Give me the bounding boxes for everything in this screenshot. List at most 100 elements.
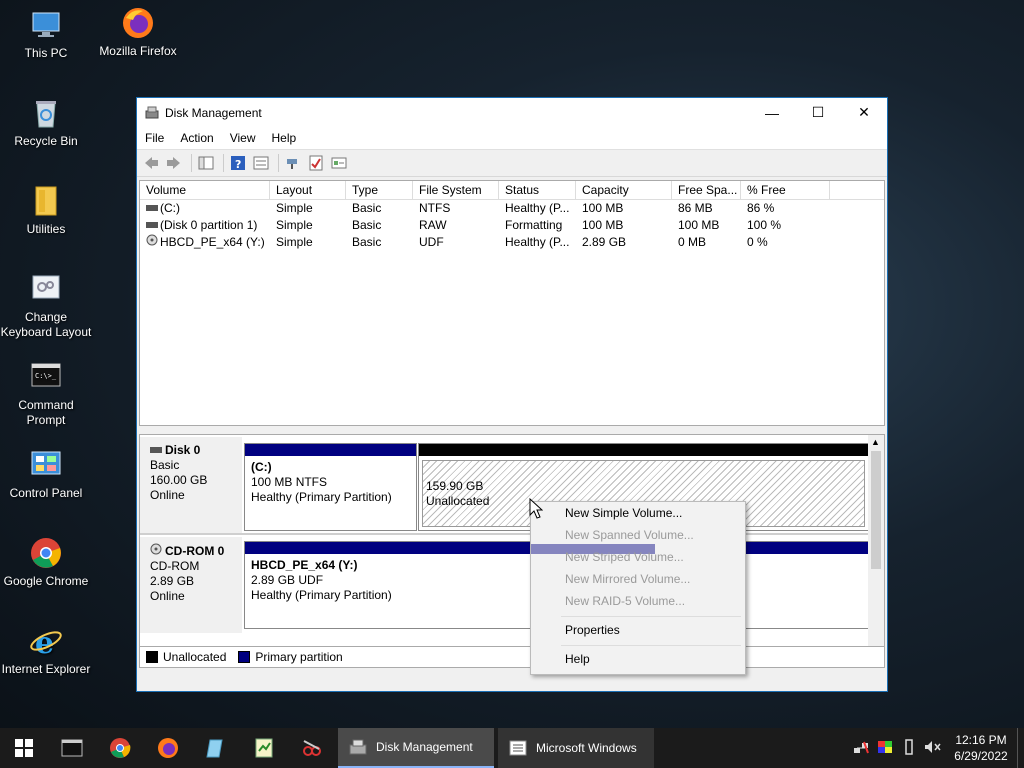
- desktop-icon-label: Internet Explorer: [1, 662, 91, 676]
- desktop-icon-command-prompt[interactable]: C:\>_ Command Prompt: [0, 360, 92, 428]
- column-header-type[interactable]: Type: [346, 181, 413, 199]
- cdrom-0-info[interactable]: CD-ROM 0 CD-ROM 2.89 GB Online: [140, 537, 242, 633]
- volume-cell: HBCD_PE_x64 (Y:): [140, 234, 270, 251]
- column-header-free-space[interactable]: Free Spa...: [672, 181, 741, 199]
- desktop-icon-label: Change Keyboard Layout: [0, 310, 92, 339]
- column-header-status[interactable]: Status: [499, 181, 576, 199]
- desktop-icon-control-panel[interactable]: Control Panel: [0, 448, 92, 501]
- menu-action[interactable]: Action: [172, 131, 221, 145]
- desktop-icon-internet-explorer[interactable]: e Internet Explorer: [0, 624, 92, 677]
- taskbar: Disk Management Microsoft Windows 12:16 …: [0, 728, 1024, 768]
- taskbar-notepad[interactable]: [192, 728, 240, 768]
- back-arrow-icon[interactable]: [141, 154, 161, 172]
- connect-icon[interactable]: [283, 154, 303, 172]
- clock[interactable]: 12:16 PM 6/29/2022: [945, 732, 1017, 764]
- partition-status: Healthy (Primary Partition): [251, 490, 392, 504]
- drive-icon: [146, 217, 160, 234]
- disk-state: Online: [150, 589, 185, 603]
- scrollbar-thumb[interactable]: [871, 451, 881, 569]
- desktop-icon-label: Google Chrome: [3, 574, 89, 588]
- vertical-scrollbar[interactable]: ▲ ▼: [868, 435, 884, 665]
- table-cell: 100 MB: [582, 218, 624, 232]
- menu-bar: File Action View Help: [137, 127, 887, 150]
- table-cell: Basic: [352, 218, 382, 232]
- disk-management-window: Disk Management — ☐ ✕ File Action View H…: [136, 97, 888, 692]
- toolbar-separator: [223, 154, 224, 172]
- partition-title: (C:): [251, 460, 272, 474]
- disk-0-info[interactable]: Disk 0 Basic 160.00 GB Online: [140, 437, 242, 533]
- computer-icon: [29, 8, 63, 42]
- primary-partition-bar: [245, 444, 416, 456]
- table-row[interactable]: HBCD_PE_x64 (Y:) Simple Basic UDF Health…: [140, 234, 884, 251]
- windows-logo-icon: [15, 739, 33, 757]
- taskbar-chrome[interactable]: [96, 728, 144, 768]
- desktop-icon-firefox[interactable]: Mozilla Firefox: [92, 6, 184, 59]
- forward-arrow-icon[interactable]: [164, 154, 184, 172]
- scroll-up-icon[interactable]: ▲: [871, 437, 880, 447]
- column-header-volume[interactable]: Volume: [140, 181, 270, 199]
- desktop-icon-recycle-bin[interactable]: Recycle Bin: [0, 96, 92, 149]
- firefox-icon: [158, 738, 178, 758]
- divider: [140, 533, 870, 535]
- svg-text:?: ?: [235, 158, 241, 171]
- minimize-button[interactable]: —: [749, 98, 795, 127]
- desktop-icon-change-keyboard-layout[interactable]: Change Keyboard Layout: [0, 272, 92, 340]
- taskbar-command-prompt[interactable]: [48, 728, 96, 768]
- clock-date: 6/29/2022: [954, 749, 1008, 763]
- column-header-capacity[interactable]: Capacity: [576, 181, 672, 199]
- menu-file[interactable]: File: [137, 131, 172, 145]
- partition-c[interactable]: (C:) 100 MB NTFS Healthy (Primary Partit…: [244, 443, 417, 531]
- menu-properties[interactable]: Properties: [565, 622, 620, 638]
- volume-muted-icon[interactable]: [921, 740, 945, 757]
- column-header-percent-free[interactable]: % Free: [741, 181, 830, 199]
- table-cell: 86 %: [747, 201, 775, 215]
- unallocated-swatch: [146, 651, 158, 663]
- show-hide-console-tree-icon[interactable]: [196, 154, 216, 172]
- taskbar-spreadsheet[interactable]: [240, 728, 288, 768]
- menu-help-item[interactable]: Help: [565, 651, 590, 667]
- column-header-file-system[interactable]: File System: [413, 181, 499, 199]
- drive-icon: [146, 200, 160, 217]
- start-button[interactable]: [0, 728, 48, 768]
- menu-new-simple-volume[interactable]: New Simple Volume...: [565, 505, 682, 521]
- disk-size: 2.89 GB: [150, 574, 195, 588]
- close-button[interactable]: ✕: [841, 98, 887, 127]
- table-cell: RAW: [419, 218, 447, 232]
- color-app-icon[interactable]: [873, 740, 897, 757]
- disk-management-icon: [349, 739, 367, 755]
- show-desktop-button[interactable]: [1017, 728, 1024, 768]
- legend-unallocated: Unallocated: [163, 650, 227, 664]
- menu-separator: [561, 616, 741, 617]
- network-icon[interactable]: [849, 740, 873, 757]
- terminal-icon: C:\>_: [29, 360, 63, 394]
- menu-new-spanned-volume: New Spanned Volume...: [565, 528, 694, 542]
- taskbar-task-disk-management[interactable]: Disk Management: [338, 728, 494, 768]
- notepad-icon: [206, 739, 223, 758]
- menu-view[interactable]: View: [222, 131, 264, 145]
- desktop-icon-label: Mozilla Firefox: [99, 44, 177, 58]
- desktop-icon-this-pc[interactable]: This PC: [0, 8, 92, 61]
- properties-list-icon[interactable]: [251, 154, 271, 172]
- table-cell: Formatting: [505, 218, 563, 232]
- unallocated-bar: [419, 444, 868, 456]
- volume-cell: (C:): [140, 200, 270, 217]
- primary-swatch: [238, 651, 251, 663]
- help-icon[interactable]: ?: [228, 154, 248, 172]
- table-row[interactable]: (Disk 0 partition 1) Simple Basic RAW Fo…: [140, 217, 884, 234]
- taskbar-firefox[interactable]: [144, 728, 192, 768]
- table-row[interactable]: (C:) Simple Basic NTFS Healthy (P... 100…: [140, 200, 884, 217]
- taskbar-task-microsoft-windows[interactable]: Microsoft Windows: [498, 728, 654, 768]
- taskbar-snipping-tool[interactable]: [288, 728, 336, 768]
- desktop-icon-chrome[interactable]: Google Chrome: [0, 536, 92, 589]
- toolbar-separator: [278, 154, 279, 172]
- menu-help[interactable]: Help: [264, 131, 305, 145]
- column-header-layout[interactable]: Layout: [270, 181, 346, 199]
- maximize-button[interactable]: ☐: [795, 98, 841, 127]
- table-cell: 100 MB: [678, 218, 720, 232]
- usb-icon[interactable]: [897, 738, 921, 758]
- checklist-icon[interactable]: [306, 154, 326, 172]
- settings-panel-icon[interactable]: [329, 154, 349, 172]
- desktop-icon-utilities[interactable]: Utilities: [0, 184, 92, 237]
- title-bar[interactable]: Disk Management — ☐ ✕: [137, 98, 887, 127]
- desktop-icon-label: Recycle Bin: [14, 134, 78, 148]
